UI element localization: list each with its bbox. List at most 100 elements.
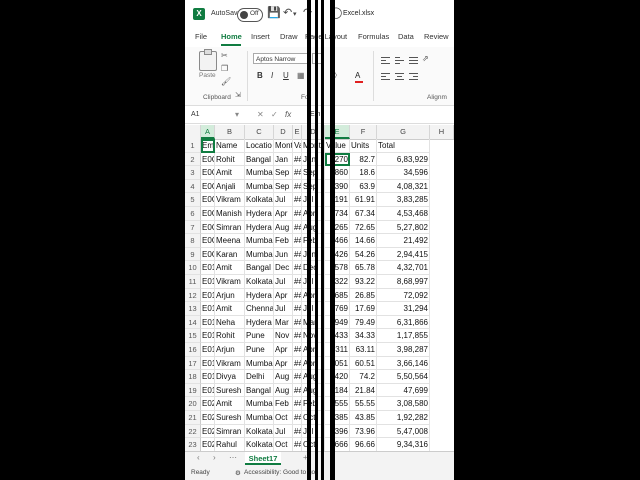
- cell[interactable]: Jan: [274, 152, 293, 167]
- cell[interactable]: Hydera: [245, 220, 274, 235]
- row-number[interactable]: 2: [185, 152, 201, 167]
- row-number[interactable]: 20: [185, 397, 201, 411]
- tab-page-layout[interactable]: Page Layout: [305, 32, 347, 41]
- name-box-dropdown-icon[interactable]: ▾: [235, 110, 239, 119]
- cell[interactable]: Anjali: [215, 179, 245, 194]
- cell[interactable]: 17.69: [350, 302, 377, 316]
- row-number[interactable]: 12: [185, 288, 201, 303]
- cell[interactable]: Name: [215, 139, 245, 153]
- cell[interactable]: Hydera: [245, 288, 274, 303]
- cell[interactable]: Delhi: [245, 370, 274, 384]
- cell[interactable]: Manish: [215, 207, 245, 221]
- cell[interactable]: Sep: [274, 166, 293, 180]
- cell[interactable]: Mumba: [245, 356, 274, 371]
- cell[interactable]: E02: [201, 438, 215, 452]
- paste-label[interactable]: Paste: [199, 72, 216, 79]
- cell[interactable]: ##: [293, 193, 302, 207]
- cell[interactable]: 18.6: [350, 166, 377, 180]
- insert-function-icon[interactable]: fx: [285, 110, 291, 119]
- row-number[interactable]: 1: [185, 139, 201, 153]
- cell[interactable]: Mont: [274, 139, 293, 153]
- cell[interactable]: 14.66: [350, 234, 377, 248]
- cell[interactable]: Kolkata: [245, 424, 274, 439]
- cell[interactable]: ##: [293, 166, 302, 180]
- cell[interactable]: Oct: [274, 438, 293, 452]
- cell[interactable]: Bangal: [245, 152, 274, 167]
- cell[interactable]: Total: [377, 139, 430, 153]
- cell[interactable]: ##: [293, 247, 302, 262]
- cell[interactable]: 96.66: [350, 438, 377, 452]
- cell[interactable]: ##: [293, 329, 302, 343]
- cell[interactable]: Mumba: [245, 411, 274, 425]
- cell[interactable]: 6191: [325, 193, 350, 207]
- row-number[interactable]: 18: [185, 370, 201, 384]
- font-color-icon[interactable]: A: [355, 71, 360, 80]
- cell[interactable]: Rohit: [215, 152, 245, 167]
- row-number[interactable]: 5: [185, 193, 201, 207]
- cell[interactable]: 72.65: [350, 220, 377, 235]
- cell[interactable]: Mumba: [245, 247, 274, 262]
- cell[interactable]: Rahul: [215, 438, 245, 452]
- cell[interactable]: E0C: [201, 179, 215, 194]
- cell[interactable]: Aug: [274, 383, 293, 398]
- cell[interactable]: Sep: [274, 179, 293, 194]
- cell[interactable]: Meena: [215, 234, 245, 248]
- cell[interactable]: Kolkata: [245, 275, 274, 289]
- sheet-prev-icon[interactable]: ‹: [197, 453, 200, 462]
- cell[interactable]: 6051: [325, 356, 350, 371]
- undo-icon[interactable]: ↶: [283, 6, 292, 19]
- tab-formulas[interactable]: Formulas: [358, 32, 389, 41]
- cell[interactable]: ##: [293, 179, 302, 194]
- cell[interactable]: ##: [293, 370, 302, 384]
- row-number[interactable]: 3: [185, 166, 201, 180]
- cell[interactable]: E0C: [201, 166, 215, 180]
- cell[interactable]: Locatio: [245, 139, 274, 153]
- cell[interactable]: 5,50,564: [377, 370, 430, 384]
- cell[interactable]: E01: [201, 302, 215, 316]
- cell[interactable]: E0C: [201, 193, 215, 207]
- cell[interactable]: Jun: [274, 247, 293, 262]
- column-header-e[interactable]: E: [293, 125, 302, 139]
- cell[interactable]: 7396: [325, 424, 350, 439]
- cell[interactable]: Dec: [274, 261, 293, 275]
- cell[interactable]: Oct: [274, 411, 293, 425]
- column-header-d[interactable]: D: [274, 125, 293, 139]
- cell[interactable]: 6390: [325, 179, 350, 194]
- align-middle-icon[interactable]: [395, 57, 404, 65]
- cell[interactable]: 2,94,415: [377, 247, 430, 262]
- cell[interactable]: Aug: [274, 220, 293, 235]
- accessibility-status[interactable]: Accessibility: Good to go: [244, 469, 315, 476]
- cell[interactable]: Mar: [274, 315, 293, 330]
- cell[interactable]: ##: [293, 261, 302, 275]
- cell[interactable]: Jul: [274, 302, 293, 316]
- cell[interactable]: E0C: [201, 234, 215, 248]
- save-icon[interactable]: 💾: [267, 6, 281, 19]
- cell[interactable]: Apr: [274, 288, 293, 303]
- copy-icon[interactable]: ❐: [221, 64, 228, 73]
- cell[interactable]: ##: [293, 424, 302, 439]
- cell[interactable]: E01: [201, 356, 215, 371]
- cell[interactable]: E01: [201, 383, 215, 398]
- row-number[interactable]: 7: [185, 220, 201, 235]
- cell[interactable]: Nov: [274, 329, 293, 343]
- cell[interactable]: E02: [201, 411, 215, 425]
- accessibility-icon[interactable]: ⚙: [235, 469, 241, 477]
- tab-review[interactable]: Review: [424, 32, 449, 41]
- cell[interactable]: ##: [293, 438, 302, 452]
- cell[interactable]: 5426: [325, 247, 350, 262]
- cancel-icon[interactable]: ✕: [257, 110, 264, 119]
- cell[interactable]: E01: [201, 275, 215, 289]
- cell[interactable]: ##: [293, 234, 302, 248]
- cell[interactable]: 31,294: [377, 302, 430, 316]
- cell[interactable]: ##: [293, 288, 302, 303]
- cell[interactable]: ##: [293, 302, 302, 316]
- cell[interactable]: Simran: [215, 220, 245, 235]
- cell[interactable]: ##: [293, 356, 302, 371]
- cell[interactable]: 55.55: [350, 397, 377, 411]
- row-number[interactable]: 19: [185, 383, 201, 398]
- cell[interactable]: Hydera: [245, 315, 274, 330]
- cell[interactable]: 1860: [325, 166, 350, 180]
- cell[interactable]: E01: [201, 370, 215, 384]
- cell[interactable]: 7949: [325, 315, 350, 330]
- cell[interactable]: 1466: [325, 234, 350, 248]
